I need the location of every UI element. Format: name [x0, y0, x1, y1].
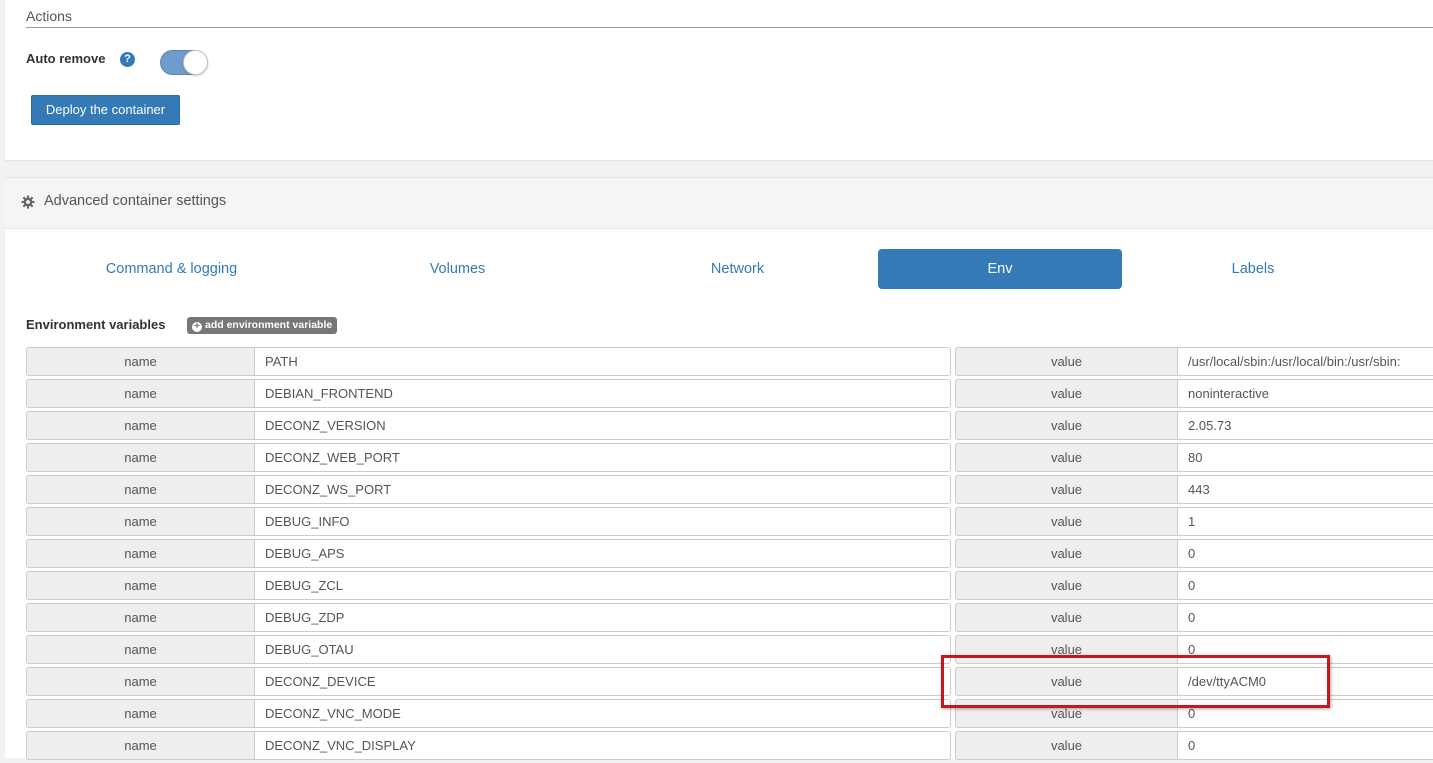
env-value-input[interactable]: 443	[1177, 475, 1433, 504]
env-value-input[interactable]: 0	[1177, 731, 1433, 760]
env-name-input[interactable]: DEBUG_ZCL	[254, 571, 951, 600]
env-row: name DECONZ_VERSION value 2.05.73	[26, 411, 1433, 443]
name-addon: name	[26, 475, 255, 504]
name-addon: name	[26, 667, 255, 696]
env-name-input[interactable]: DECONZ_WS_PORT	[254, 475, 951, 504]
auto-remove-toggle[interactable]	[160, 50, 208, 75]
env-row: name DEBUG_INFO value 1	[26, 507, 1433, 539]
value-addon: value	[955, 603, 1178, 632]
actions-section-title: Actions	[26, 8, 1433, 28]
value-addon: value	[955, 539, 1178, 568]
value-addon: value	[955, 379, 1178, 408]
toggle-knob	[183, 50, 208, 75]
env-value-input[interactable]: 0	[1177, 539, 1433, 568]
env-name-input[interactable]: PATH	[254, 347, 951, 376]
env-value-input[interactable]: 0	[1177, 571, 1433, 600]
env-name-input[interactable]: DEBIAN_FRONTEND	[254, 379, 951, 408]
name-addon: name	[26, 539, 255, 568]
env-name-input[interactable]: DECONZ_VERSION	[254, 411, 951, 440]
name-addon: name	[26, 411, 255, 440]
actions-panel: Actions Auto remove ? Deploy the contain…	[5, 0, 1433, 161]
advanced-settings-header: Advanced container settings	[5, 178, 1433, 229]
name-addon: name	[26, 635, 255, 664]
env-value-input[interactable]: 2.05.73	[1177, 411, 1433, 440]
add-environment-variable-button[interactable]: + add environment variable	[187, 317, 338, 334]
env-value-input[interactable]: noninteractive	[1177, 379, 1433, 408]
name-addon: name	[26, 443, 255, 472]
gear-icon	[21, 195, 35, 209]
auto-remove-label: Auto remove	[26, 51, 106, 66]
env-name-input[interactable]: DECONZ_WEB_PORT	[254, 443, 951, 472]
value-addon: value	[955, 507, 1178, 536]
name-addon: name	[26, 603, 255, 632]
env-value-input[interactable]: 80	[1177, 443, 1433, 472]
name-addon: name	[26, 507, 255, 536]
name-addon: name	[26, 571, 255, 600]
value-addon: value	[955, 571, 1178, 600]
env-row: name DECONZ_WS_PORT value 443	[26, 475, 1433, 507]
name-addon: name	[26, 347, 255, 376]
env-name-input[interactable]: DECONZ_VNC_MODE	[254, 699, 951, 728]
env-row: name DECONZ_VNC_DISPLAY value 0	[26, 731, 1433, 763]
deploy-container-button[interactable]: Deploy the container	[31, 95, 180, 125]
env-name-input[interactable]: DEBUG_APS	[254, 539, 951, 568]
env-name-input[interactable]: DECONZ_VNC_DISPLAY	[254, 731, 951, 760]
name-addon: name	[26, 699, 255, 728]
advanced-settings-title: Advanced container settings	[44, 193, 227, 209]
tab-labels[interactable]: Labels	[1139, 249, 1367, 289]
value-addon: value	[955, 411, 1178, 440]
env-value-input[interactable]: /usr/local/sbin:/usr/local/bin:/usr/sbin…	[1177, 347, 1433, 376]
plus-circle-icon: +	[192, 322, 202, 332]
name-addon: name	[26, 731, 255, 760]
env-row: name DEBUG_ZCL value 0	[26, 571, 1433, 603]
value-addon: value	[955, 731, 1178, 760]
add-env-label: add environment variable	[205, 319, 333, 331]
env-name-input[interactable]: DEBUG_INFO	[254, 507, 951, 536]
env-value-input[interactable]: 1	[1177, 507, 1433, 536]
env-row: name DEBUG_APS value 0	[26, 539, 1433, 571]
env-name-input[interactable]: DEBUG_OTAU	[254, 635, 951, 664]
tab-volumes[interactable]: Volumes	[318, 249, 597, 289]
tab-command-logging[interactable]: Command & logging	[32, 249, 311, 289]
tab-network[interactable]: Network	[598, 249, 877, 289]
value-addon: value	[955, 347, 1178, 376]
value-addon: value	[955, 443, 1178, 472]
value-addon: value	[955, 475, 1178, 504]
tab-env[interactable]: Env	[878, 249, 1122, 289]
env-name-input[interactable]: DEBUG_ZDP	[254, 603, 951, 632]
help-icon[interactable]: ?	[120, 52, 135, 67]
env-row: name PATH value /usr/local/sbin:/usr/loc…	[26, 347, 1433, 379]
env-row: name DEBUG_ZDP value 0	[26, 603, 1433, 635]
env-row: name DEBIAN_FRONTEND value noninteractiv…	[26, 379, 1433, 411]
name-addon: name	[26, 379, 255, 408]
env-value-input[interactable]: 0	[1177, 603, 1433, 632]
env-name-input[interactable]: DECONZ_DEVICE	[254, 667, 951, 696]
highlight-annotation	[941, 655, 1330, 708]
env-row: name DECONZ_WEB_PORT value 80	[26, 443, 1433, 475]
env-variables-title: Environment variables	[26, 317, 166, 332]
